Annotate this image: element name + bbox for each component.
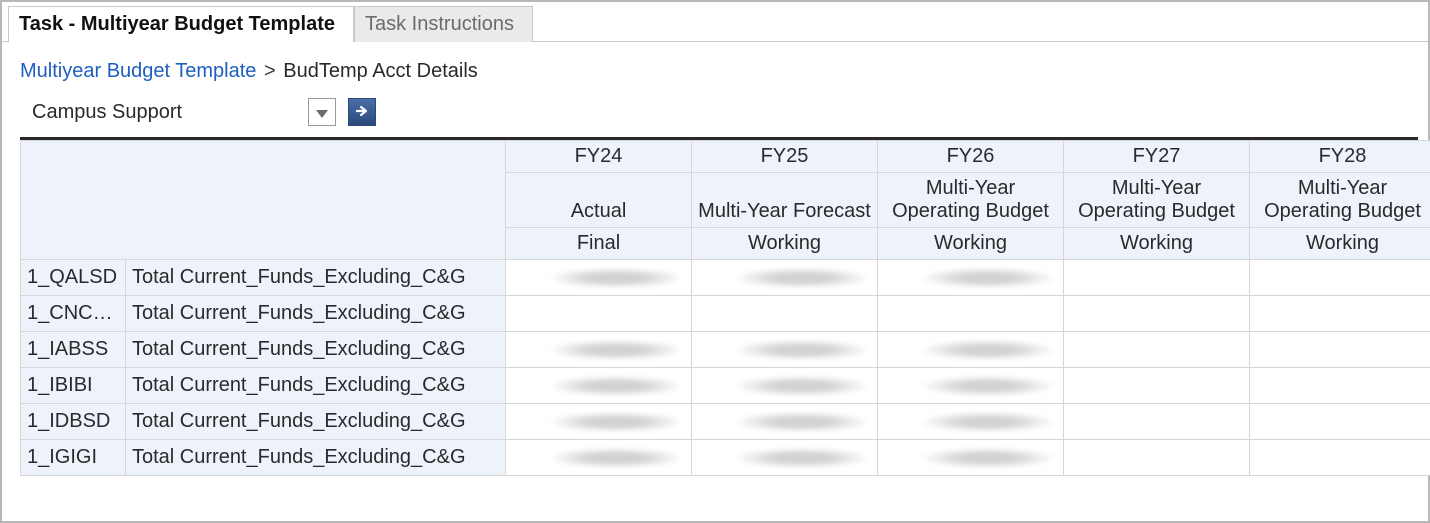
data-grid: FY24 FY25 FY26 FY27 FY28 Actual Multi-Ye… — [20, 140, 1430, 476]
data-cell[interactable] — [878, 440, 1064, 476]
row-desc[interactable]: Total Current_Funds_Excluding_C&G — [126, 296, 506, 332]
redacted-value — [923, 340, 1053, 360]
data-grid-wrap: FY24 FY25 FY26 FY27 FY28 Actual Multi-Ye… — [20, 137, 1418, 476]
data-cell[interactable] — [1064, 260, 1250, 296]
row-code[interactable]: 1_IABSS — [21, 332, 126, 368]
col-fy27[interactable]: FY27 — [1064, 141, 1250, 173]
table-row: 1_IDBSDTotal Current_Funds_Excluding_C&G — [21, 404, 1430, 440]
data-cell[interactable] — [506, 440, 692, 476]
table-row: 1_CNCNDTotal Current_Funds_Excluding_C&G — [21, 296, 1430, 332]
redacted-value — [923, 268, 1053, 288]
col-fy26[interactable]: FY26 — [878, 141, 1064, 173]
row-code[interactable]: 1_IBIBI — [21, 368, 126, 404]
tab-task-instructions[interactable]: Task Instructions — [354, 6, 533, 42]
redacted-value — [737, 268, 867, 288]
data-cell[interactable] — [878, 260, 1064, 296]
data-cell[interactable] — [1250, 332, 1430, 368]
row-desc[interactable]: Total Current_Funds_Excluding_C&G — [126, 368, 506, 404]
data-cell[interactable] — [1250, 260, 1430, 296]
row-code[interactable]: 1_QALSD — [21, 260, 126, 296]
data-cell[interactable] — [692, 368, 878, 404]
data-cell[interactable] — [878, 296, 1064, 332]
data-cell[interactable] — [506, 296, 692, 332]
redacted-value — [737, 448, 867, 468]
entity-dropdown-value: Campus Support — [32, 101, 302, 124]
table-row: 1_IABSSTotal Current_Funds_Excluding_C&G — [21, 332, 1430, 368]
col-fy28[interactable]: FY28 — [1250, 141, 1430, 173]
col-fy27-scenario[interactable]: Multi-Year Operating Budget — [1064, 173, 1250, 228]
header-row-fy: FY24 FY25 FY26 FY27 FY28 — [21, 141, 1430, 173]
data-cell[interactable] — [878, 368, 1064, 404]
data-cell[interactable] — [692, 296, 878, 332]
breadcrumb: Multiyear Budget Template > BudTemp Acct… — [20, 60, 1418, 83]
col-fy25[interactable]: FY25 — [692, 141, 878, 173]
data-cell[interactable] — [506, 332, 692, 368]
row-code[interactable]: 1_CNCND — [21, 296, 126, 332]
row-code[interactable]: 1_IDBSD — [21, 404, 126, 440]
breadcrumb-separator: > — [262, 60, 278, 82]
selector-row: Campus Support — [20, 97, 1418, 127]
col-fy27-version[interactable]: Working — [1064, 228, 1250, 260]
data-cell[interactable] — [692, 332, 878, 368]
col-fy25-version[interactable]: Working — [692, 228, 878, 260]
go-button[interactable] — [348, 98, 376, 126]
data-cell[interactable] — [1064, 332, 1250, 368]
redacted-value — [737, 412, 867, 432]
redacted-value — [551, 340, 681, 360]
breadcrumb-link[interactable]: Multiyear Budget Template — [20, 60, 256, 82]
col-fy28-scenario[interactable]: Multi-Year Operating Budget — [1250, 173, 1430, 228]
redacted-value — [737, 376, 867, 396]
data-cell[interactable] — [692, 404, 878, 440]
data-cell[interactable] — [1064, 368, 1250, 404]
col-fy26-scenario[interactable]: Multi-Year Operating Budget — [878, 173, 1064, 228]
redacted-value — [923, 412, 1053, 432]
redacted-value — [551, 268, 681, 288]
data-cell[interactable] — [506, 260, 692, 296]
content-area: Multiyear Budget Template > BudTemp Acct… — [2, 42, 1428, 476]
tab-bar: Task - Multiyear Budget Template Task In… — [2, 2, 1428, 42]
redacted-value — [923, 376, 1053, 396]
redacted-value — [737, 340, 867, 360]
col-fy25-scenario[interactable]: Multi-Year Forecast — [692, 173, 878, 228]
redacted-value — [551, 376, 681, 396]
data-cell[interactable] — [878, 404, 1064, 440]
col-fy28-version[interactable]: Working — [1250, 228, 1430, 260]
data-cell[interactable] — [1250, 404, 1430, 440]
row-desc[interactable]: Total Current_Funds_Excluding_C&G — [126, 440, 506, 476]
data-cell[interactable] — [1064, 296, 1250, 332]
data-cell[interactable] — [506, 368, 692, 404]
header-blank — [21, 141, 506, 260]
redacted-value — [551, 448, 681, 468]
data-cell[interactable] — [1250, 368, 1430, 404]
data-cell[interactable] — [878, 332, 1064, 368]
data-cell[interactable] — [1064, 440, 1250, 476]
table-row: 1_IGIGITotal Current_Funds_Excluding_C&G — [21, 440, 1430, 476]
table-row: 1_IBIBITotal Current_Funds_Excluding_C&G — [21, 368, 1430, 404]
redacted-value — [923, 448, 1053, 468]
row-desc[interactable]: Total Current_Funds_Excluding_C&G — [126, 332, 506, 368]
col-fy24-scenario[interactable]: Actual — [506, 173, 692, 228]
chevron-down-icon — [316, 102, 328, 123]
data-cell[interactable] — [692, 260, 878, 296]
row-code[interactable]: 1_IGIGI — [21, 440, 126, 476]
breadcrumb-current: BudTemp Acct Details — [283, 60, 478, 82]
arrow-right-icon — [355, 102, 369, 123]
tab-task-template[interactable]: Task - Multiyear Budget Template — [8, 6, 354, 42]
row-desc[interactable]: Total Current_Funds_Excluding_C&G — [126, 260, 506, 296]
data-cell[interactable] — [506, 404, 692, 440]
row-desc[interactable]: Total Current_Funds_Excluding_C&G — [126, 404, 506, 440]
entity-dropdown-toggle[interactable] — [308, 98, 336, 126]
col-fy24-version[interactable]: Final — [506, 228, 692, 260]
data-cell[interactable] — [1250, 440, 1430, 476]
data-cell[interactable] — [1250, 296, 1430, 332]
col-fy24[interactable]: FY24 — [506, 141, 692, 173]
col-fy26-version[interactable]: Working — [878, 228, 1064, 260]
entity-dropdown[interactable]: Campus Support — [32, 97, 302, 127]
data-cell[interactable] — [692, 440, 878, 476]
table-row: 1_QALSDTotal Current_Funds_Excluding_C&G — [21, 260, 1430, 296]
redacted-value — [551, 412, 681, 432]
data-cell[interactable] — [1064, 404, 1250, 440]
